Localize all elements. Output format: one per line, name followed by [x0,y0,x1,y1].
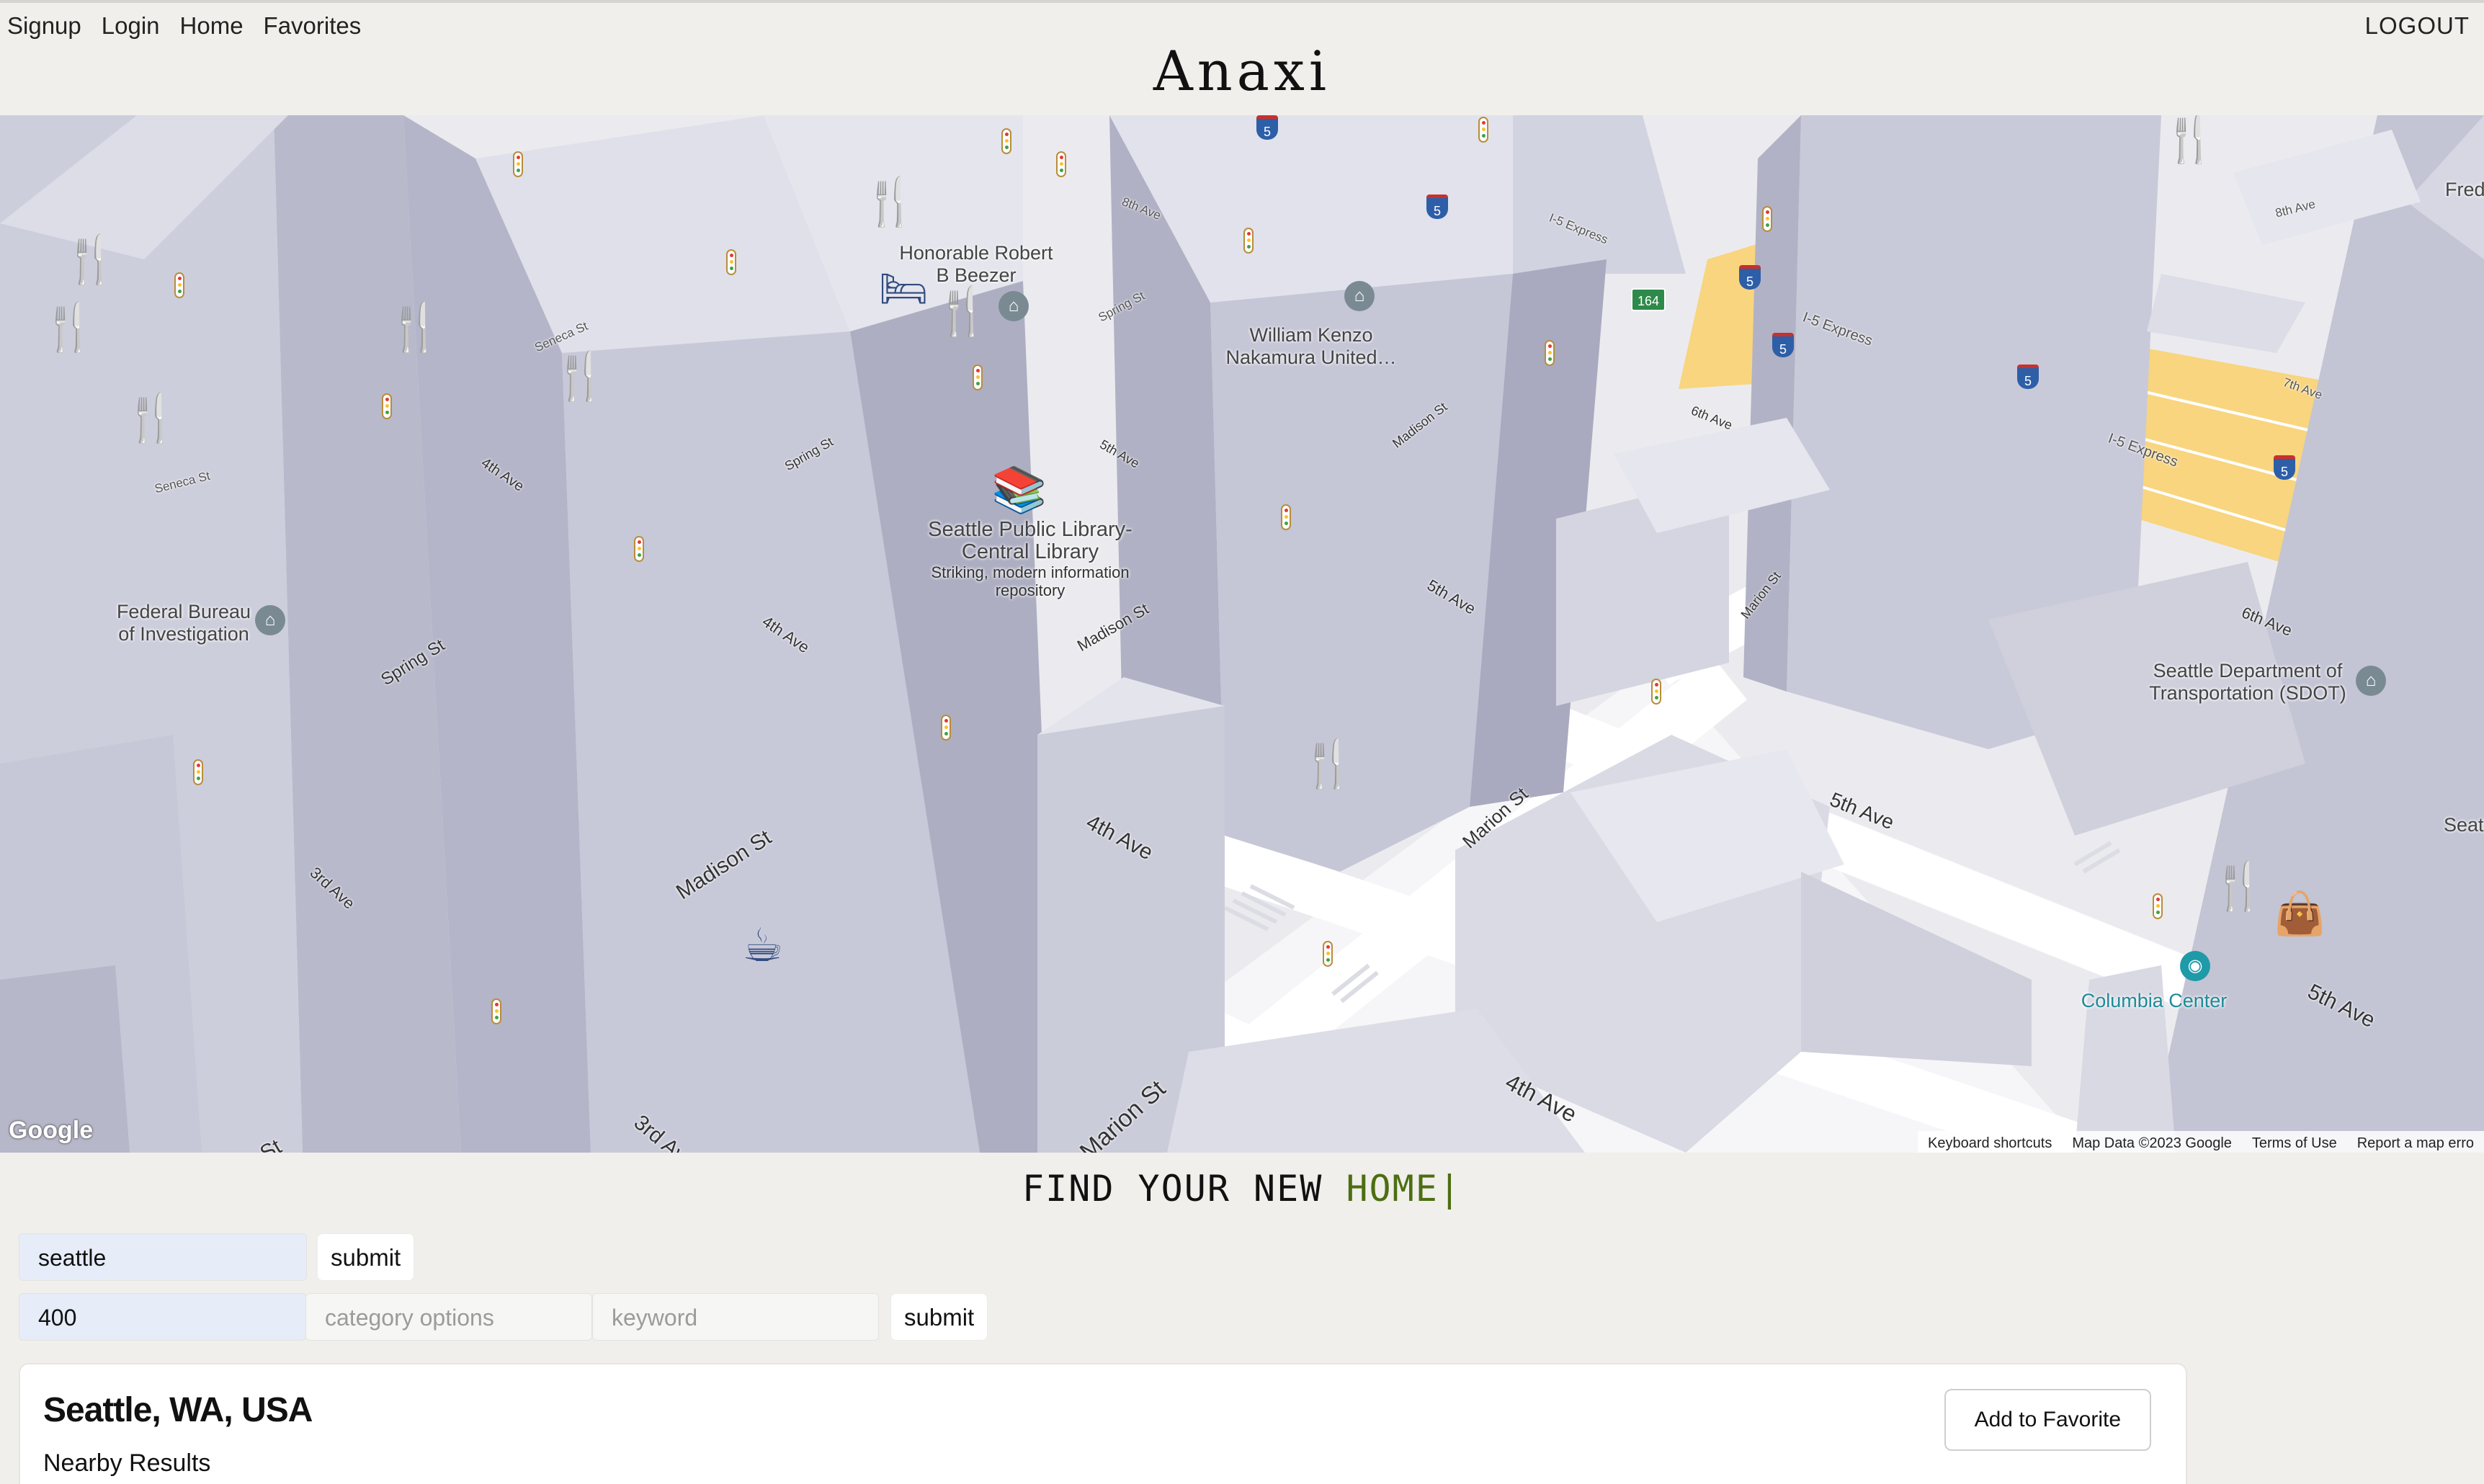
landmark-pin-icon[interactable]: ⌂ [2356,666,2386,696]
restaurant-icon[interactable]: 🍴 [386,304,444,350]
nav-login-link[interactable]: Login [102,12,160,40]
landmark-pin-icon[interactable]: ⌂ [1344,281,1375,311]
nav-home-link[interactable]: Home [180,12,244,40]
landmark-pin-icon[interactable]: ⌂ [255,605,285,635]
keyword-input[interactable]: keyword [592,1293,879,1341]
camera-pin-icon[interactable]: ◉ [2180,951,2210,981]
place-label-seatt[interactable]: Seatt [2444,814,2484,836]
traffic-light-icon [1545,340,1555,366]
result-title: Seattle, WA, USA [43,1391,313,1429]
interstate-shield-icon: 5 [1256,115,1278,140]
restaurant-icon[interactable]: 🍴 [552,353,609,399]
library-name: Seattle Public Library-Central Library [928,518,1132,563]
restaurant-icon[interactable]: 🍴 [1300,741,1357,787]
traffic-light-icon [2153,893,2163,919]
traffic-light-icon [491,998,501,1024]
cafe-icon[interactable]: ☕ [742,922,783,968]
restaurant-icon[interactable]: 🍴 [40,304,98,350]
place-label-fred[interactable]: Fred [2445,179,2484,201]
traffic-light-icon [174,272,184,298]
find-home-headline: FIND YOUR NEW HOME| [0,1166,2484,1212]
traffic-light-icon [1651,679,1661,705]
nav-signup-link[interactable]: Signup [7,12,81,40]
restaurant-icon[interactable]: 🍴 [62,236,120,282]
result-card: Seattle, WA, USA Nearby Results Add to F… [19,1363,2187,1484]
traffic-light-icon [513,151,523,177]
traffic-light-icon [1762,206,1772,232]
traffic-light-icon [726,249,736,275]
interstate-shield-icon: 5 [1426,195,1448,219]
headline-accent: HOME [1346,1168,1439,1210]
report-map-error-link[interactable]: Report a map erro [2347,1131,2484,1153]
library-label[interactable]: Seattle Public Library-Central Library S… [908,518,1153,600]
columbia-center-label[interactable]: Columbia Center [2075,990,2233,1012]
traffic-light-icon [1001,128,1011,154]
location-input[interactable]: seattle [19,1233,307,1281]
landmark-pin-icon[interactable]: ⌂ [998,291,1029,321]
restaurant-icon[interactable]: 🍴 [862,179,919,225]
traffic-light-icon [1478,117,1488,143]
brand-title: Anaxi [1153,39,1331,103]
traffic-light-icon [1056,151,1066,177]
interstate-shield-icon: 5 [1772,333,1794,357]
nearby-submit-button[interactable]: submit [890,1293,988,1341]
traffic-light-icon [1243,228,1254,254]
route-shield-icon: 164 [1631,288,1666,311]
nearby-results-heading: Nearby Results [43,1449,211,1477]
honorable-beezer-label[interactable]: Honorable Robert B Beezer [893,242,1059,287]
traffic-light-icon [973,365,983,390]
radius-input[interactable]: 400 [19,1293,307,1341]
traffic-light-icon [1281,504,1291,530]
main-nav: Signup Login Home Favorites [7,12,361,40]
top-bar: Signup Login Home Favorites LOGOUT Anaxi [0,0,2484,115]
interstate-shield-icon: 5 [1739,265,1761,290]
map-data-credit: Map Data ©2023 Google [2072,1135,2232,1151]
category-input[interactable]: category options [305,1293,592,1341]
traffic-light-icon [1323,941,1333,967]
traffic-light-icon [193,759,203,785]
add-to-favorite-button[interactable]: Add to Favorite [1944,1389,2151,1451]
traffic-light-icon [634,536,644,562]
shopping-bag-icon[interactable]: 👜 [2274,893,2326,935]
traffic-light-icon [382,393,392,419]
restaurant-icon[interactable]: 🍴 [122,395,180,441]
traffic-light-icon [941,715,951,741]
restaurant-icon[interactable]: 🍴 [934,288,991,334]
nav-favorites-link[interactable]: Favorites [264,12,362,40]
sdot-label[interactable]: Seattle Department of Transportation (SD… [2140,660,2356,705]
keyboard-shortcuts-link[interactable]: Keyboard shortcuts [1918,1131,2062,1153]
library-description: Striking, modern information repository [931,563,1130,599]
restaurant-icon[interactable]: 🍴 [2210,863,2268,909]
restaurant-icon[interactable]: 🍴 [2161,115,2219,161]
interstate-shield-icon: 5 [2017,365,2039,389]
logout-link[interactable]: LOGOUT [2365,12,2470,40]
headline-prefix: FIND YOUR NEW [1022,1168,1346,1210]
fbi-label[interactable]: Federal Bureau of Investigation [108,601,259,645]
typing-cursor: | [1438,1168,1462,1210]
interstate-shield-icon: 5 [2274,455,2295,480]
location-submit-button[interactable]: submit [317,1233,415,1281]
map-attribution-bar: Keyboard shortcuts Map Data ©2023 Google… [1918,1131,2484,1153]
google-logo: Google [9,1117,94,1144]
map-view[interactable]: 🍴 🍴 🍴 🍴 🍴 🍴 🍴 🍴 🍴 🍴 ☕ 🛏 👜 📚 ⌂ ⌂ ⌂ ⌂ ◉ 5 … [0,115,2484,1153]
library-icon[interactable]: 📚 [991,468,1047,513]
terms-of-use-link[interactable]: Terms of Use [2242,1131,2347,1153]
nakamura-courthouse-label[interactable]: William Kenzo Nakamura United… [1218,324,1405,369]
